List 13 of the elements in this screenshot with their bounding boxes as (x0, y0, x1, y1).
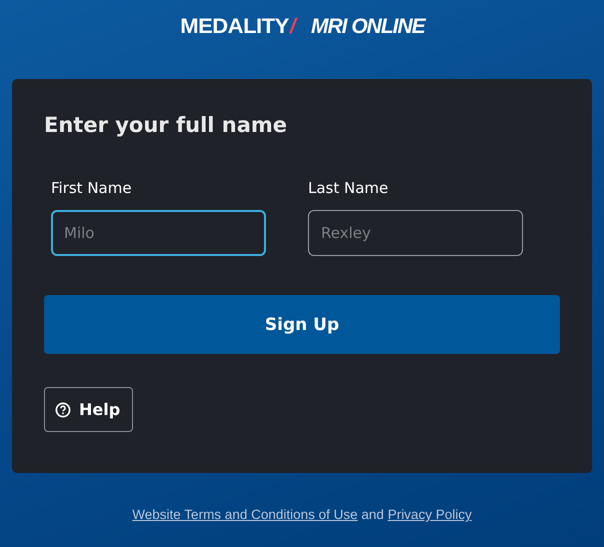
help-button[interactable]: Help (44, 387, 134, 432)
field-label: First Name (51, 179, 133, 197)
terms-link[interactable]: Website Terms and Conditions of Use (132, 507, 358, 522)
footer-text: Website Terms and Conditions of Use and Privacy Policy (131, 507, 473, 522)
brand-logo: MEDALITY/ (180, 15, 296, 39)
help-icon (55, 402, 71, 418)
form-title: Enter your full name (44, 113, 288, 137)
privacy-link[interactable]: Privacy Policy (388, 507, 472, 522)
name-input[interactable]: Milo (51, 210, 266, 256)
name-input[interactable]: Rexley (308, 210, 523, 256)
product-logo: MRI ONLINE (311, 15, 425, 39)
field-label: Last Name (308, 179, 390, 197)
sign-up-button[interactable]: Sign Up (44, 295, 560, 354)
